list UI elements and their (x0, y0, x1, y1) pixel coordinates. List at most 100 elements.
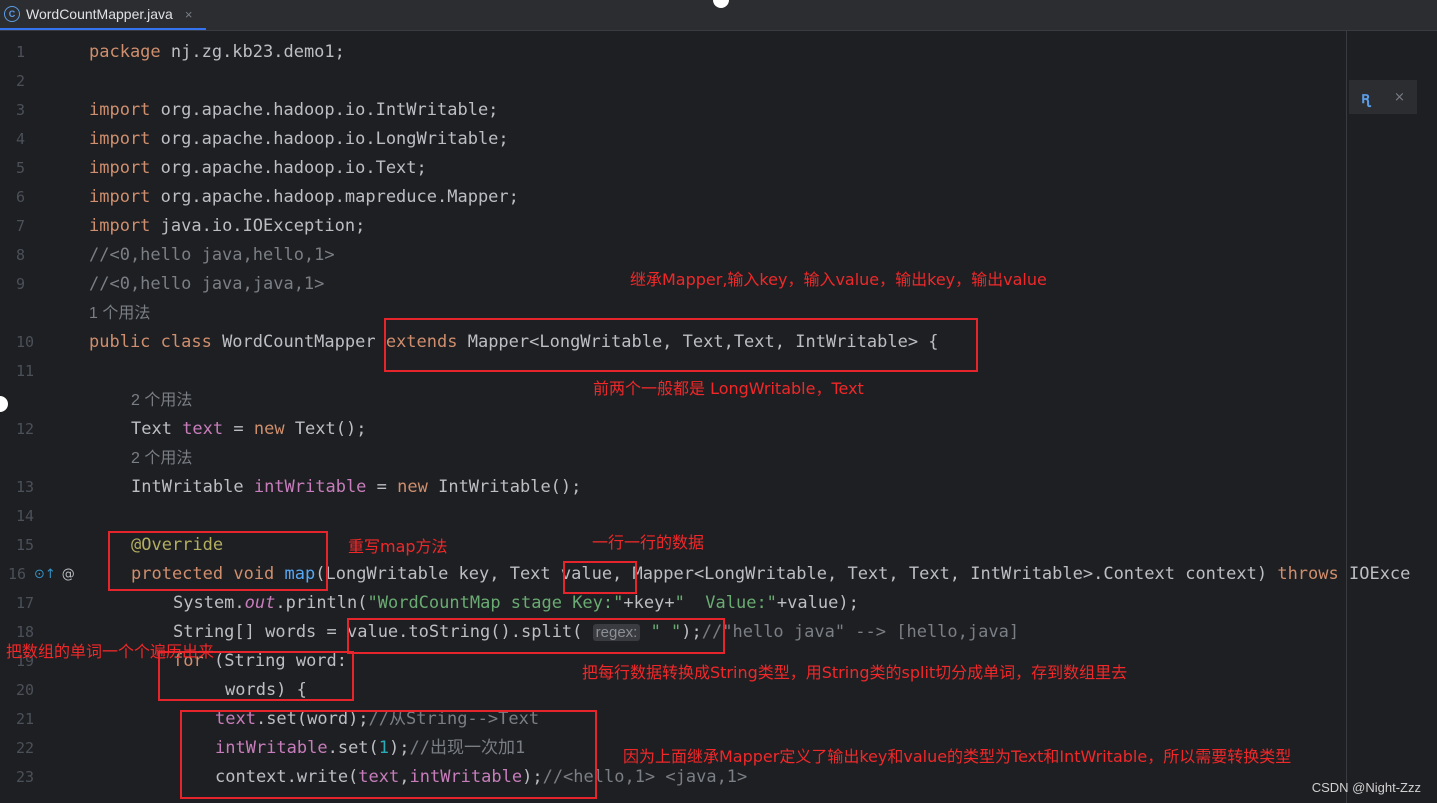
gutter-row: 22 (0, 734, 60, 763)
code-text: nj.zg.kb23.demo1; (160, 42, 345, 62)
at-icon[interactable]: @ (62, 567, 75, 582)
line-number: 5 (16, 159, 26, 177)
line-number: 1 (16, 43, 26, 61)
override-icon[interactable]: ⊙↑ (34, 567, 56, 582)
editor-right-divider (1346, 31, 1347, 803)
line-number: 12 (16, 420, 35, 438)
static-field: out (244, 593, 276, 613)
code-line: import org.apache.hadoop.io.Text; (89, 154, 427, 183)
line-number: 11 (16, 362, 35, 380)
code-text: IntWritable(); (427, 477, 582, 497)
line-number: 7 (16, 217, 26, 235)
watermark: CSDN @Night-Zzz (1311, 780, 1421, 795)
gutter-row: 5 (0, 154, 60, 183)
class-name: WordCountMapper (211, 332, 386, 352)
tab-title: WordCountMapper.java (26, 6, 173, 22)
code-text: org.apache.hadoop.mapreduce.Mapper; (150, 187, 519, 207)
keyword: import (89, 158, 151, 178)
keyword: import (89, 129, 151, 149)
gutter-row: 16 ⊙↑ @ (0, 560, 75, 589)
code-text: Text (131, 419, 183, 439)
code-text: IOExce (1338, 564, 1411, 584)
code-text: (LongWritable key, Text value, Mapper<Lo… (315, 564, 1278, 584)
code-text: org.apache.hadoop.io.IntWritable; (150, 100, 499, 120)
gutter-row: 20 (0, 676, 60, 705)
line-number: 15 (16, 536, 35, 554)
keyword: public class (89, 332, 212, 352)
highlight-box-override (108, 531, 328, 591)
gutter-row: 23 (0, 763, 60, 792)
code-line: package nj.zg.kb23.demo1; (89, 38, 345, 67)
keyword: import (89, 216, 151, 236)
gutter-row: 4 (0, 125, 60, 154)
line-number: 4 (16, 130, 26, 148)
gutter-row: 15 (0, 531, 60, 560)
gutter-row: 17 (0, 589, 60, 618)
annotation-note: 把每行数据转换成String类型，用String类的split切分成单词，存到数… (582, 663, 1128, 682)
string-literal: "WordCountMap stage Key:" (367, 593, 624, 613)
class-icon: C (4, 6, 20, 22)
line-number: 21 (16, 710, 35, 728)
code-text: +key+ (623, 593, 675, 613)
line-number: 13 (16, 478, 35, 496)
code-text: = (366, 477, 398, 497)
line-number: 8 (16, 246, 26, 264)
highlight-box-value (563, 561, 637, 594)
gutter-row: 14 (0, 502, 60, 531)
line-number: 6 (16, 188, 26, 206)
keyword: new (253, 419, 285, 439)
gutter-row: 12 (0, 415, 60, 444)
reader-mode-icon[interactable]: ꭆ (1361, 86, 1370, 108)
usage-hint[interactable]: 2 个用法 (131, 386, 192, 415)
gutter-row: 8 (0, 241, 60, 270)
gutter-row: 2 (0, 67, 60, 96)
code-text: System. (173, 593, 245, 613)
code-line: import org.apache.hadoop.mapreduce.Mappe… (89, 183, 519, 212)
line-number: 20 (16, 681, 35, 699)
code-text: org.apache.hadoop.io.LongWritable; (150, 129, 509, 149)
keyword: package (89, 42, 161, 62)
code-text: Text(); (284, 419, 367, 439)
annotation-note: 重写map方法 (348, 537, 448, 556)
annotation-note: 前两个一般都是 LongWritable，Text (593, 379, 864, 398)
reader-mode-toggle[interactable]: ꭆ × (1349, 80, 1417, 114)
code-line: import java.io.IOException; (89, 212, 365, 241)
gutter-row: 7 (0, 212, 60, 241)
code-text: IntWritable (131, 477, 254, 497)
keyword: throws (1277, 564, 1339, 584)
annotation-note: 因为上面继承Mapper定义了输出key和value的类型为Text和IntWr… (623, 747, 1292, 766)
line-number: 23 (16, 768, 35, 786)
annotation-note: 把数组的单词一个个遍历出来 (6, 642, 215, 661)
code-text: +value); (776, 593, 859, 613)
gutter-row: 11 (0, 357, 60, 386)
gutter-row: 9 (0, 270, 60, 299)
code-text: .println( (275, 593, 368, 613)
line-number: 3 (16, 101, 26, 119)
keyword: import (89, 100, 151, 120)
line-number: 22 (16, 739, 35, 757)
gutter-row: 1 (0, 38, 60, 67)
line-number: 14 (16, 507, 35, 525)
gutter-row: 13 (0, 473, 60, 502)
gutter-row: 6 (0, 183, 60, 212)
usage-hint[interactable]: 2 个用法 (131, 444, 192, 473)
code-line: IntWritable intWritable = new IntWritabl… (131, 473, 581, 502)
keyword: new (397, 477, 428, 497)
annotation-note: 一行一行的数据 (592, 533, 705, 552)
gutter-row: 21 (0, 705, 60, 734)
code-text: = (223, 419, 254, 439)
code-text: java.io.IOException; (150, 216, 366, 236)
tab-wordcountmapper[interactable]: C WordCountMapper.java × (0, 0, 206, 30)
close-icon[interactable]: × (185, 7, 193, 22)
line-number: 9 (16, 275, 26, 293)
line-number: 2 (16, 72, 26, 90)
code-line: System.out.println("WordCountMap stage K… (173, 589, 859, 618)
usage-hint[interactable]: 1 个用法 (89, 299, 150, 328)
highlight-box-split (347, 618, 725, 654)
comment: //"hello java" --> [hello,java] (701, 622, 1020, 642)
close-icon[interactable]: × (1394, 90, 1405, 105)
code-line: Text text = new Text(); (131, 415, 366, 444)
line-number: 16 (8, 565, 27, 583)
string-literal: " Value:" (674, 593, 777, 613)
field-name: intWritable (253, 477, 367, 497)
